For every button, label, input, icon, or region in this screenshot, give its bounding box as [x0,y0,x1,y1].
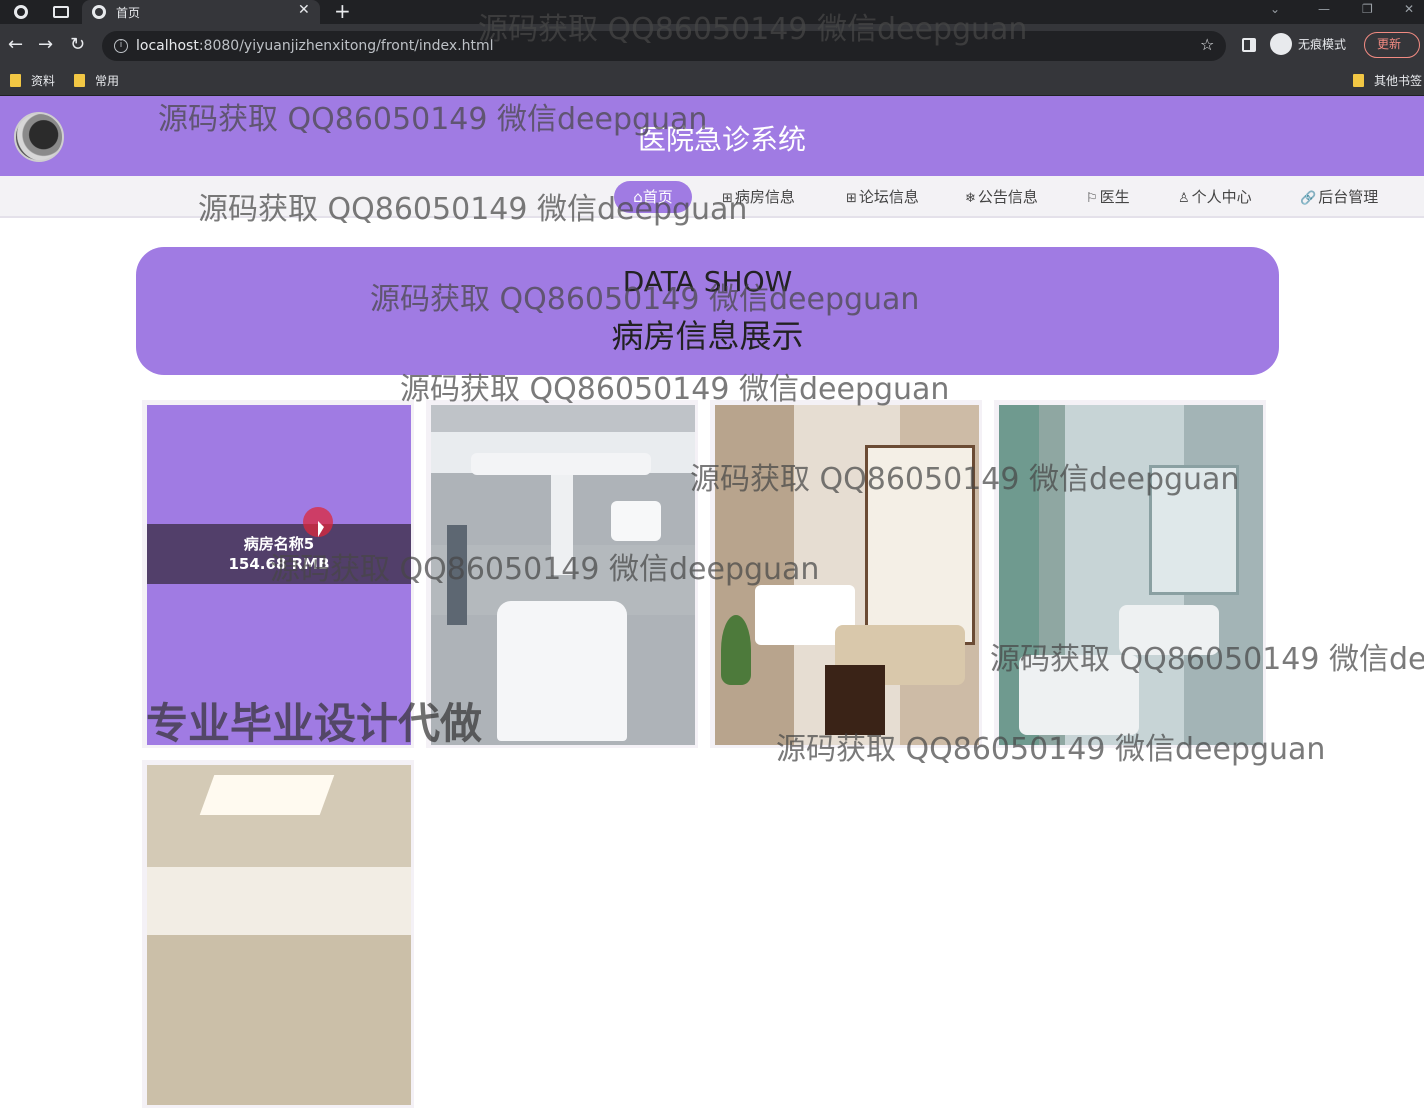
ward-price: 154.68 RMB [228,555,330,573]
image-shape [865,445,975,645]
ward-card[interactable] [994,400,1266,748]
folder-icon [10,74,21,87]
blank-tab[interactable] [44,1,78,23]
reload-button[interactable]: ↻ [70,35,85,55]
folder-icon [74,74,85,87]
main-nav: ⌂首页 ⊞ 病房信息 ⊞ 论坛信息 ❄ 公告信息 ⚐ 医生 ♙ 个人中心 🔗 后台管理 [0,176,1424,218]
snowflake-icon: ❄ [965,191,976,206]
back-button[interactable]: ← [8,35,23,55]
bookmark-label: 其他书签 [1374,74,1423,88]
url-text[interactable]: localhost:8080/yiyuanjizhenxitong/front/… [136,38,494,54]
nav-label: 病房信息 [734,188,795,206]
image-shape [1149,465,1239,595]
url-path: :8080/yiyuanjizhenxitong/front/index.htm… [198,38,494,54]
globe-icon [14,5,28,19]
update-label: 更新 [1377,37,1402,51]
image-shape [497,601,627,741]
nav-item-notices[interactable]: ❄ 公告信息 [965,186,1038,207]
flag-icon: ⚐ [1086,191,1098,206]
image-shape [447,525,467,625]
ward-name: 病房名称5 [243,535,315,553]
browser-tabbar: 首页 ✕ + ⌄ — ❐ ✕ [0,0,1424,24]
image-shape [1119,605,1219,655]
incognito-indicator[interactable]: 无痕模式 [1270,33,1346,55]
active-tab[interactable]: 首页 ✕ [82,0,320,24]
home-icon: ⌂ [633,188,643,206]
update-button[interactable]: 更新 [1364,32,1420,58]
nav-label: 医生 [1099,188,1130,206]
nav-item-doctors[interactable]: ⚐ 医生 [1086,186,1130,207]
incognito-icon [1270,33,1292,55]
image-shape [1019,655,1139,735]
side-panel-icon[interactable] [1242,38,1256,52]
new-tab-button[interactable]: + [334,0,351,22]
nav-label: 个人中心 [1191,188,1252,206]
nav-item-profile[interactable]: ♙ 个人中心 [1178,186,1252,207]
image-shape [611,501,661,541]
globe-icon [92,5,106,19]
close-window-button[interactable]: ✕ [1404,2,1414,16]
browser-toolbar: ← → ↻ i localhost:8080/yiyuanjizhenxiton… [0,24,1424,66]
link-icon: 🔗 [1300,191,1317,206]
close-tab-icon[interactable]: ✕ [298,2,310,18]
image-shape [825,665,885,735]
address-bar[interactable]: i localhost:8080/yiyuanjizhenxitong/fron… [102,31,1226,61]
bookmark-folder-other[interactable]: 其他书签 [1353,72,1422,89]
ward-card[interactable] [142,760,414,1108]
site-header: 医院急诊系统 [0,96,1424,176]
nav-item-home[interactable]: ⌂首页 [614,181,692,213]
nav-label: 后台管理 [1318,188,1379,206]
bookmark-label: 常用 [95,74,120,88]
forward-button[interactable]: → [38,35,53,55]
site-info-icon[interactable]: i [114,39,128,53]
bookmark-folder-ziliao[interactable]: 资料 [10,72,55,89]
section-banner: DATA SHOW 病房信息展示 [136,247,1279,375]
mouse-cursor-icon [318,521,324,537]
nav-item-wards[interactable]: ⊞ 病房信息 [722,186,795,207]
tab-page-icon [53,6,69,18]
folder-icon [1353,74,1364,87]
watermark-big-text: 专业毕业设计代做 [146,699,483,748]
nav-label: 首页 [642,188,673,206]
grid-icon: ⊞ [846,191,857,206]
image-shape [471,453,651,475]
nav-label: 公告信息 [977,188,1038,206]
section-title-en: DATA SHOW [622,265,793,298]
image-shape [199,775,335,815]
tab-title: 首页 [116,6,141,20]
image-shape [551,475,573,575]
section-title-zh: 病房信息展示 [611,317,804,355]
bookmark-folder-changyong[interactable]: 常用 [74,72,119,89]
ward-card-image[interactable] [999,405,1263,745]
grid-icon: ⊞ [722,191,733,206]
url-host: localhost [136,38,199,54]
nav-item-forum[interactable]: ⊞ 论坛信息 [846,186,919,207]
nav-item-admin[interactable]: 🔗 后台管理 [1300,186,1378,207]
image-shape [721,615,751,685]
bookmark-label: 资料 [31,74,56,88]
bookmarks-bar: 资料 常用 其他书签 [0,66,1424,96]
minimize-button[interactable]: — [1318,2,1330,16]
bookmark-star-icon[interactable]: ☆ [1200,35,1214,54]
site-title: 医院急诊系统 [637,123,806,156]
ward-card-image[interactable] [715,405,979,745]
nav-label: 论坛信息 [858,188,919,206]
restore-button[interactable]: ❐ [1362,2,1373,16]
tab-search-icon[interactable]: ⌄ [1270,2,1280,16]
ward-card-overlay: 病房名称5 154.68 RMB [147,524,411,584]
user-icon: ♙ [1178,191,1190,206]
incognito-label: 无痕模式 [1298,37,1347,52]
ward-card-image[interactable] [147,765,411,1105]
ward-card[interactable] [710,400,982,748]
